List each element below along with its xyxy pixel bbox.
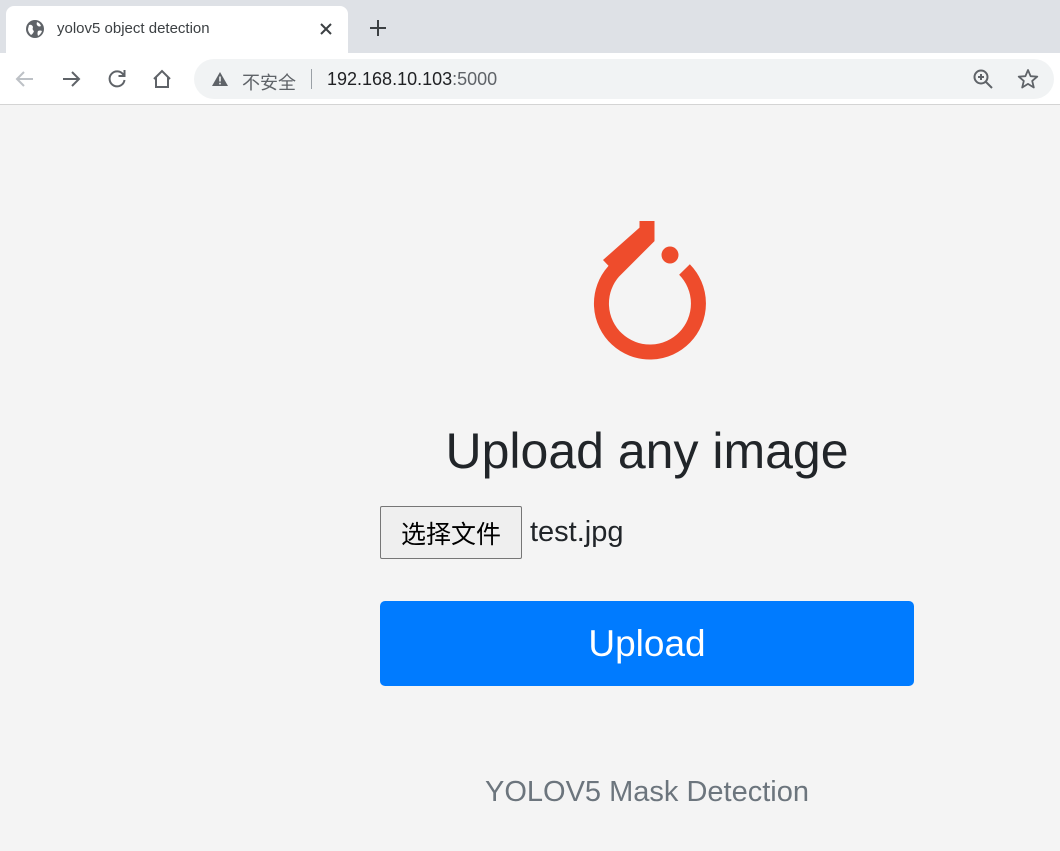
home-icon[interactable]	[148, 65, 176, 93]
url-host: 192.168.10.103	[327, 69, 453, 89]
forward-arrow-icon[interactable]	[57, 65, 85, 93]
footer-text: YOLOV5 Mask Detection	[485, 776, 809, 808]
warning-icon[interactable]	[212, 72, 228, 86]
tab-title: yolov5 object detection	[57, 20, 210, 37]
url-text[interactable]: 192.168.10.103:5000	[327, 69, 497, 90]
page-title: Upload any image	[445, 423, 849, 479]
address-bar[interactable]: 不安全 192.168.10.103:5000	[194, 59, 1054, 99]
zoom-icon[interactable]	[972, 68, 994, 90]
star-icon[interactable]	[1017, 68, 1039, 90]
selected-file-name: test.jpg	[530, 516, 624, 548]
security-label[interactable]: 不安全	[242, 69, 296, 95]
tab-strip: yolov5 object detection	[0, 0, 1060, 53]
globe-icon	[25, 19, 45, 39]
reload-icon[interactable]	[103, 65, 131, 93]
plus-icon[interactable]	[365, 15, 391, 41]
browser-tab[interactable]: yolov5 object detection	[6, 6, 348, 53]
browser-toolbar: 不安全 192.168.10.103:5000	[0, 53, 1060, 105]
omnibox-divider	[311, 69, 312, 89]
url-port: :5000	[452, 69, 498, 89]
choose-file-button[interactable]: 选择文件	[380, 506, 522, 559]
pytorch-logo	[576, 216, 718, 380]
close-icon[interactable]	[315, 18, 337, 40]
upload-button[interactable]: Upload	[380, 601, 914, 686]
back-arrow-icon[interactable]	[11, 65, 39, 93]
